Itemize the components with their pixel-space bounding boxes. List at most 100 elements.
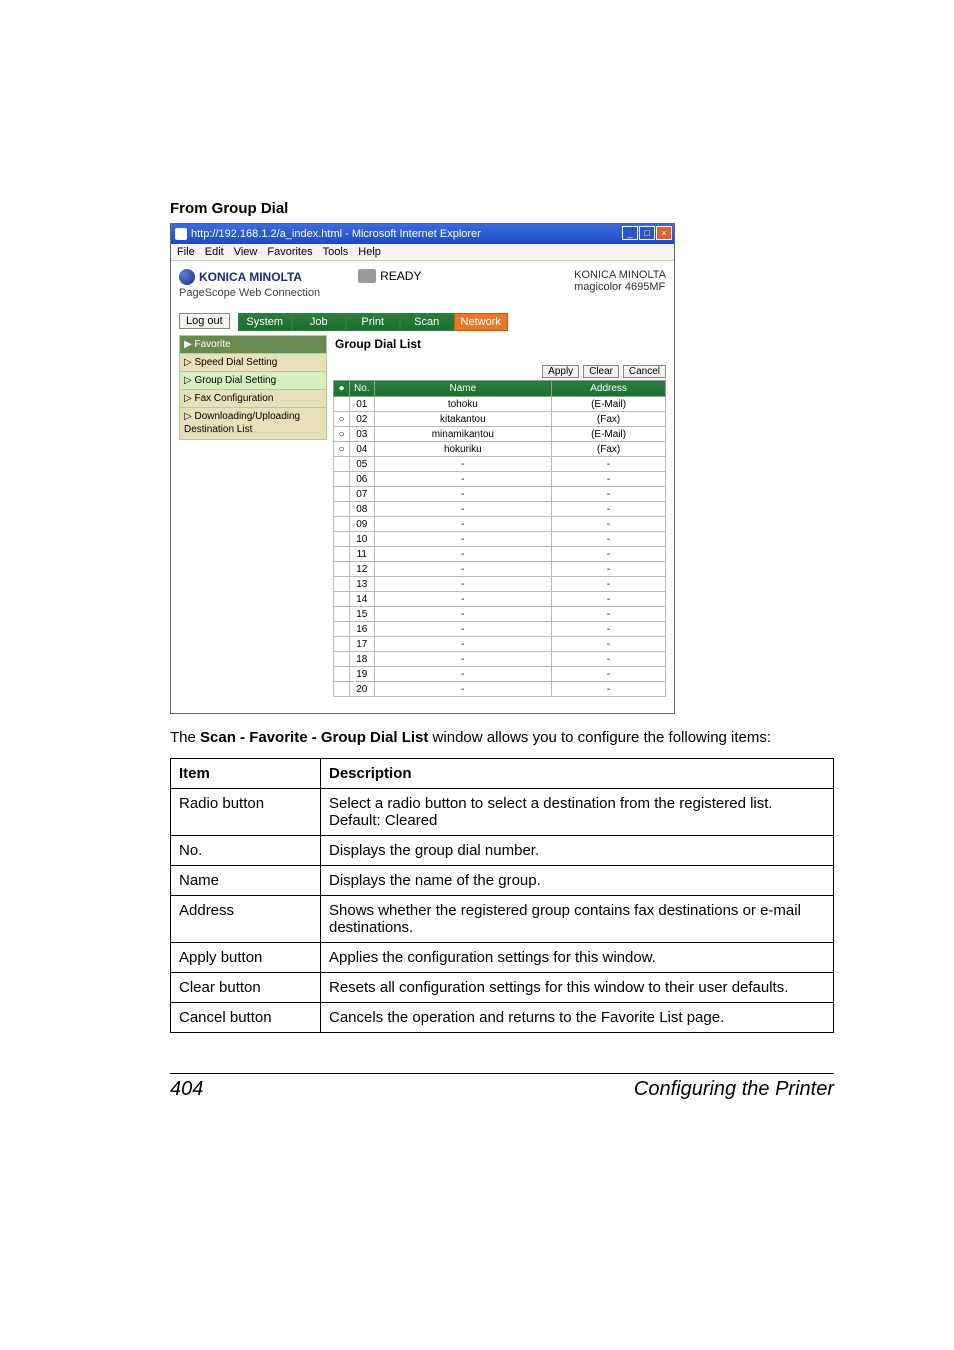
radio-cell — [334, 682, 350, 697]
window-close-button[interactable]: × — [656, 226, 672, 240]
tab-print[interactable]: Print — [346, 313, 400, 331]
name-cell: - — [374, 547, 552, 562]
desc-description: Cancels the operation and returns to the… — [321, 1002, 834, 1032]
desc-description: Applies the configuration settings for t… — [321, 942, 834, 972]
radio-cell — [334, 607, 350, 622]
name-cell: - — [374, 487, 552, 502]
desc-description: Select a radio button to select a destin… — [321, 788, 834, 835]
sidebar-item-group-dial[interactable]: ▷ Group Dial Setting — [179, 371, 327, 390]
desc-row: Apply buttonApplies the configuration se… — [171, 942, 834, 972]
table-row: 18-- — [334, 652, 666, 667]
no-cell: 01 — [350, 397, 375, 412]
browser-window: http://192.168.1.2/a_index.html - Micros… — [170, 223, 675, 714]
sidebar-item-favorite[interactable]: ▶ Favorite — [179, 335, 327, 354]
table-row: 01tohoku(E-Mail) — [334, 397, 666, 412]
window-title: http://192.168.1.2/a_index.html - Micros… — [191, 228, 481, 240]
address-cell: - — [552, 502, 666, 517]
no-cell: 12 — [350, 562, 375, 577]
radio-cell[interactable]: ○ — [334, 412, 350, 427]
address-cell: - — [552, 532, 666, 547]
device-model: magicolor 4695MF — [574, 281, 666, 293]
desc-row: Clear buttonResets all configuration set… — [171, 972, 834, 1002]
tab-scan[interactable]: Scan — [400, 313, 454, 331]
desc-row: AddressShows whether the registered grou… — [171, 895, 834, 942]
table-row: ○03minamikantou(E-Mail) — [334, 427, 666, 442]
sidebar-item-fax-config[interactable]: ▷ Fax Configuration — [179, 389, 327, 408]
table-row: 11-- — [334, 547, 666, 562]
menu-file[interactable]: File — [177, 246, 195, 258]
table-row: 17-- — [334, 637, 666, 652]
no-cell: 17 — [350, 637, 375, 652]
address-cell: - — [552, 487, 666, 502]
tab-system[interactable]: System — [238, 313, 292, 331]
apply-button[interactable]: Apply — [542, 365, 579, 378]
name-cell: hokuriku — [374, 442, 552, 457]
no-cell: 02 — [350, 412, 375, 427]
table-row: 08-- — [334, 502, 666, 517]
minimize-button[interactable]: _ — [622, 226, 638, 240]
th-name: Name — [374, 381, 552, 397]
address-cell: (Fax) — [552, 412, 666, 427]
brand-logo: KONICA MINOLTA — [179, 269, 320, 285]
tab-job[interactable]: Job — [292, 313, 346, 331]
no-cell: 19 — [350, 667, 375, 682]
menu-edit[interactable]: Edit — [205, 246, 224, 258]
radio-cell — [334, 487, 350, 502]
table-row: 05-- — [334, 457, 666, 472]
no-cell: 03 — [350, 427, 375, 442]
caption-text: The Scan - Favorite - Group Dial List wi… — [170, 728, 834, 748]
no-cell: 13 — [350, 577, 375, 592]
th-address: Address — [552, 381, 666, 397]
address-cell: - — [552, 592, 666, 607]
radio-cell — [334, 457, 350, 472]
desc-item: No. — [171, 835, 321, 865]
desc-description: Shows whether the registered group conta… — [321, 895, 834, 942]
status-text: READY — [380, 269, 421, 283]
no-cell: 07 — [350, 487, 375, 502]
menu-tools[interactable]: Tools — [323, 246, 349, 258]
name-cell: - — [374, 562, 552, 577]
menu-view[interactable]: View — [234, 246, 258, 258]
no-cell: 10 — [350, 532, 375, 547]
name-cell: minamikantou — [374, 427, 552, 442]
maximize-button[interactable]: □ — [639, 226, 655, 240]
radio-cell — [334, 592, 350, 607]
menu-help[interactable]: Help — [358, 246, 381, 258]
radio-cell — [334, 532, 350, 547]
group-dial-table: ● No. Name Address 01tohoku(E-Mail)○02ki… — [333, 380, 666, 697]
address-cell: (E-Mail) — [552, 427, 666, 442]
address-cell: - — [552, 562, 666, 577]
name-cell: - — [374, 502, 552, 517]
cancel-button[interactable]: Cancel — [623, 365, 666, 378]
table-row: ○04hokuriku(Fax) — [334, 442, 666, 457]
th-no: No. — [350, 381, 375, 397]
name-cell: - — [374, 667, 552, 682]
sidebar-item-download-upload[interactable]: ▷ Downloading/Uploading Destination List — [179, 407, 327, 440]
menu-favorites[interactable]: Favorites — [267, 246, 312, 258]
radio-cell[interactable]: ○ — [334, 427, 350, 442]
logout-button[interactable]: Log out — [179, 313, 230, 329]
name-cell: - — [374, 637, 552, 652]
desc-item: Radio button — [171, 788, 321, 835]
radio-cell — [334, 502, 350, 517]
no-cell: 16 — [350, 622, 375, 637]
address-cell: (E-Mail) — [552, 397, 666, 412]
desc-item: Name — [171, 865, 321, 895]
sidebar-item-speed-dial[interactable]: ▷ Speed Dial Setting — [179, 353, 327, 372]
table-row: 14-- — [334, 592, 666, 607]
desc-th-item: Item — [171, 758, 321, 788]
panel-title: Group Dial List — [335, 337, 666, 351]
name-cell: - — [374, 652, 552, 667]
radio-cell[interactable]: ○ — [334, 442, 350, 457]
address-cell: - — [552, 607, 666, 622]
clear-button[interactable]: Clear — [583, 365, 619, 378]
desc-description: Displays the name of the group. — [321, 865, 834, 895]
no-cell: 05 — [350, 457, 375, 472]
tab-network[interactable]: Network — [454, 313, 508, 331]
table-row: 09-- — [334, 517, 666, 532]
name-cell: tohoku — [374, 397, 552, 412]
description-table: Item Description Radio buttonSelect a ra… — [170, 758, 834, 1033]
pagescope-label: PageScope Web Connection — [179, 287, 320, 299]
title-bar: http://192.168.1.2/a_index.html - Micros… — [171, 224, 674, 244]
brand-text: KONICA MINOLTA — [199, 270, 302, 284]
